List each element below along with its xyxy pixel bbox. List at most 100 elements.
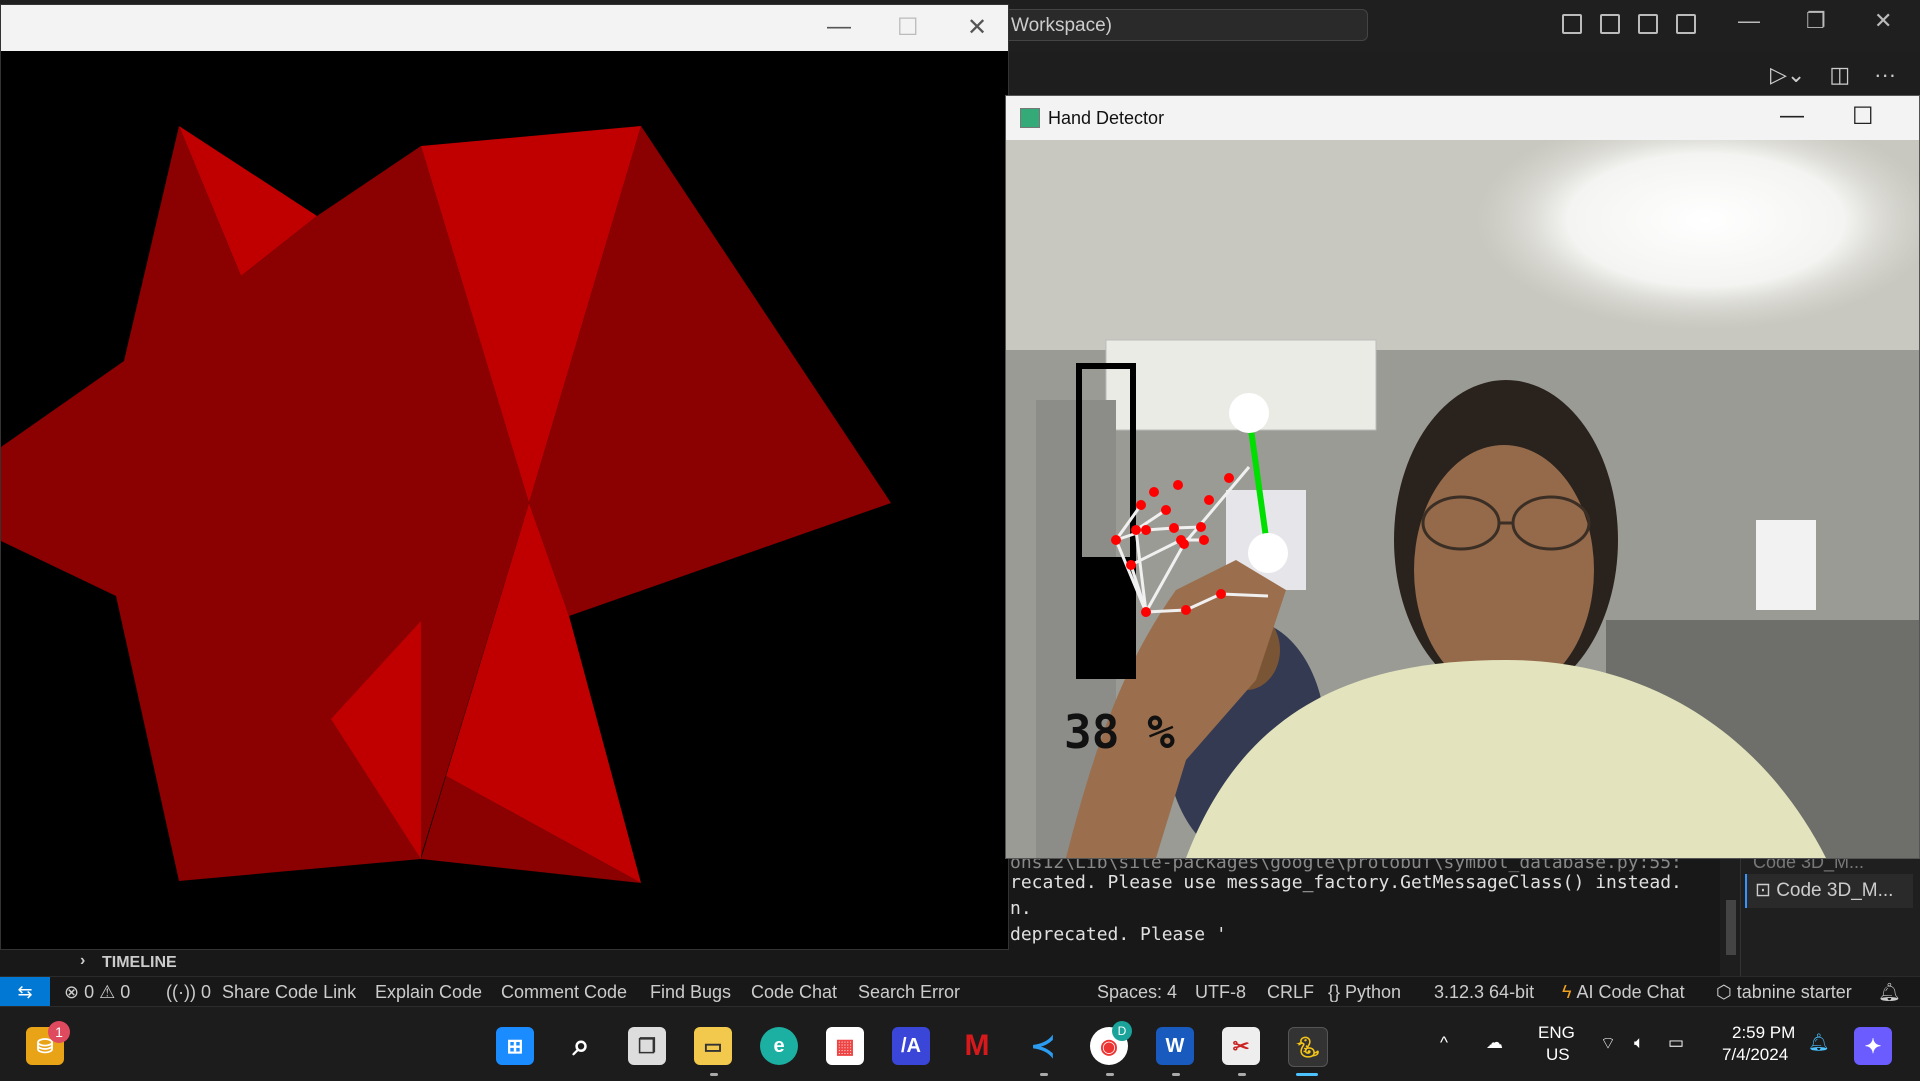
language-indicator[interactable]: ENG [1538,1023,1575,1043]
search-icon[interactable]: ⌕ [562,1027,600,1065]
run-icon[interactable]: ▷⌄ [1770,62,1805,88]
python-icon[interactable]: 🐍︎ [1288,1027,1328,1067]
opencv-window-icon [1020,108,1040,128]
find-bugs[interactable]: Find Bugs [650,982,731,1003]
split-editor-icon[interactable]: ◫ [1829,62,1850,88]
running-indicator [1106,1073,1114,1076]
running-indicator [1172,1073,1180,1076]
show-hidden-icons-icon[interactable]: ^ [1440,1033,1448,1053]
language-mode[interactable]: {} Python [1328,982,1401,1003]
ports-indicator[interactable]: ((·)) 0 [166,982,211,1003]
edge-browser-icon[interactable]: e [760,1027,798,1065]
minimize-icon[interactable]: — [827,13,851,41]
toggle-secondary-sidebar-icon[interactable] [1638,14,1658,34]
terminal-line: deprecated. Please ' [1010,924,1227,945]
tabnine-status[interactable]: ⬡ tabnine starter [1716,982,1852,1003]
word-icon[interactable]: W [1156,1027,1194,1065]
code-chat[interactable]: Code Chat [751,982,837,1003]
customize-layout-icon[interactable] [1676,14,1696,34]
render-window-titlebar: — ☐ ✕ [1,5,1008,51]
running-indicator [710,1073,718,1076]
terminal-tab-active[interactable]: ⊡ Code 3D_M... [1745,874,1913,908]
volume-percent-label: 38 % [1064,705,1175,759]
maximize-icon[interactable]: ☐ [1852,102,1874,131]
share-code-link[interactable]: Share Code Link [222,982,356,1003]
battery-icon[interactable]: ▭ [1668,1033,1684,1053]
microsoft-store-icon[interactable]: ▦ [826,1027,864,1065]
hand-detector-titlebar: Hand Detector — ☐ [1006,96,1919,140]
render-window[interactable]: — ☐ ✕ [0,4,1009,950]
encoding[interactable]: UTF-8 [1195,982,1246,1003]
command-center-search[interactable]: Workspace) [1000,9,1368,41]
ai-code-chat[interactable]: ϟ AI Code Chat [1562,982,1685,1003]
status-bar: ⇆ ⊗ 0 ⚠ 0 ((·)) 0 Share Code Link Explai… [0,976,1920,1007]
layout-controls [1562,14,1696,34]
hand-detector-window[interactable]: Hand Detector — ☐ 38 % [1005,95,1920,859]
restore-icon[interactable]: ❐ [1806,8,1826,34]
comment-code[interactable]: Comment Code [501,982,627,1003]
python-interpreter[interactable]: 3.12.3 64-bit [1434,982,1534,1003]
notice-paper [1756,520,1816,610]
wifi-icon[interactable]: ⌔ [1600,1033,1616,1054]
warning-count: 0 [120,982,131,1002]
notification-bell-icon[interactable]: 🔔︎ [1808,1033,1830,1053]
search-error[interactable]: Search Error [858,982,960,1003]
ai-code-chat-label: AI Code Chat [1576,982,1685,1002]
face [1414,445,1594,695]
minimize-icon[interactable]: — [1780,102,1804,130]
mcafee-icon[interactable]: M [958,1027,996,1065]
snipping-tool-icon[interactable]: ✂ [1222,1027,1260,1065]
error-count: 0 [84,982,95,1002]
close-icon[interactable]: ✕ [967,13,987,42]
ports-count: 0 [200,982,211,1002]
running-indicator [1040,1073,1048,1076]
terminal-line: recated. Please use message_factory.GetM… [1010,872,1682,893]
minimize-icon[interactable]: — [1738,8,1760,34]
chevron-right-icon: › [80,952,86,969]
copilot-icon[interactable]: ✦ [1854,1027,1892,1065]
file-explorer-icon[interactable]: ▭ [694,1027,732,1065]
camera-feed: 38 % [1006,140,1919,858]
shape-face [529,503,891,616]
ai-app-icon[interactable]: /A [892,1027,930,1065]
chrome-profile-badge: D [1112,1021,1132,1041]
clock-date[interactable]: 7/4/2024 [1722,1045,1788,1065]
close-icon[interactable]: ✕ [1874,8,1892,34]
clock-time[interactable]: 2:59 PM [1732,1023,1795,1043]
problems-indicator[interactable]: ⊗ 0 ⚠ 0 [64,982,130,1003]
running-indicator [1238,1073,1246,1076]
timeline-section[interactable]: › TIMELINE [0,950,1000,976]
start-windows-icon[interactable]: ⊞ [496,1027,534,1065]
index-fingertip-marker [1229,393,1269,433]
language-region: US [1546,1045,1570,1064]
end-of-line[interactable]: CRLF [1267,982,1314,1003]
windows-taskbar: ⛁ 1 ⊞ ⌕ ❐ ▭ e ▦ /A M ≺ ◉ D W ✂ 🐍︎ ^ ☁ EN… [0,1006,1920,1081]
tabnine-label: tabnine starter [1736,982,1852,1002]
lightning-icon: ϟ [1562,982,1572,1002]
maximize-icon[interactable]: ☐ [897,13,919,42]
terminal-line: n. [1010,898,1032,919]
remote-indicator-icon[interactable]: ⇆ [0,977,50,1007]
onedrive-icon[interactable]: ☁ [1486,1033,1503,1053]
indentation[interactable]: Spaces: 4 [1097,982,1177,1003]
vscode-icon[interactable]: ≺ [1024,1027,1062,1065]
notification-badge: 1 [48,1021,70,1043]
terminal-panel[interactable]: ons12\Lib\site-packages\google\protobuf\… [1000,852,1720,976]
window-title: Hand Detector [1048,108,1165,128]
more-actions-icon[interactable]: ··· [1874,62,1896,88]
explain-code[interactable]: Explain Code [375,982,482,1003]
thumb-tip-marker [1248,533,1288,573]
toggle-primary-sidebar-icon[interactable] [1562,14,1582,34]
active-app-indicator [1296,1073,1318,1076]
notifications-bell-icon[interactable]: 🔔︎ [1878,982,1901,1003]
volume-icon[interactable]: 🔈︎ [1634,1033,1644,1053]
volume-bar-fill [1082,557,1130,673]
timeline-label: TIMELINE [102,954,177,971]
terminal-tab-label: Code 3D_M... [1776,880,1894,901]
task-view-icon[interactable]: ❐ [628,1027,666,1065]
toggle-panel-icon[interactable] [1600,14,1620,34]
terminal-list: Code 3D_M... ⊡ Code 3D_M... [1740,852,1920,976]
terminal-scrollbar[interactable] [1726,900,1736,955]
3d-shape-canvas[interactable] [1,51,1008,949]
language-label: Python [1345,982,1402,1002]
